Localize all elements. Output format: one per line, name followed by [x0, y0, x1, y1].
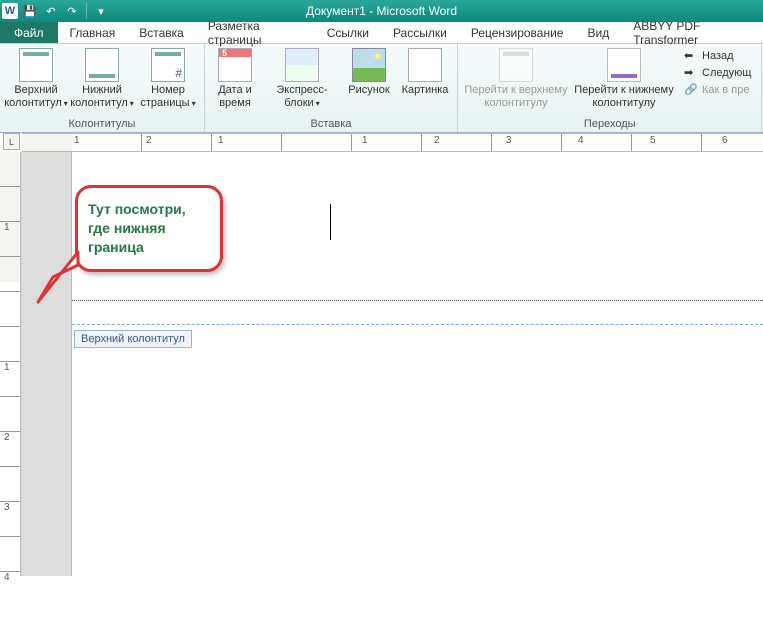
header-area-line — [72, 324, 763, 325]
ruler-corner[interactable]: L — [3, 133, 20, 150]
arrow-left-icon: ⬅ — [684, 49, 698, 63]
tab-layout[interactable]: Разметка страницы — [196, 22, 315, 43]
undo-button[interactable]: ↶ — [42, 2, 60, 20]
link-previous-button[interactable]: 🔗Как в пре — [682, 82, 753, 98]
qat-customize-icon[interactable]: ▾ — [92, 2, 110, 20]
header-button[interactable]: Верхний колонтитул — [4, 46, 68, 112]
header-boundary-line — [72, 300, 763, 301]
clipart-icon — [408, 48, 442, 82]
title-bar: W 💾 ↶ ↷ ▾ Документ1 - Microsoft Word — [0, 0, 763, 22]
group-insert: Дата и время Экспресс-блоки Рисунок Карт… — [205, 44, 458, 132]
arrow-right-icon: ➡ — [684, 66, 698, 80]
tab-home[interactable]: Главная — [58, 22, 128, 43]
tab-file[interactable]: Файл — [0, 22, 58, 43]
save-button[interactable]: 💾 — [21, 2, 39, 20]
window-title: Документ1 - Microsoft Word — [0, 4, 763, 18]
callout-text: Тут посмотри, где нижняя граница — [75, 185, 223, 272]
goto-header-button: Перейти к верхнему колонтитулу — [462, 46, 570, 112]
header-label: Верхний колонтитул — [4, 84, 68, 110]
calendar-icon — [218, 48, 252, 82]
group-label-nav: Переходы — [462, 117, 757, 132]
group-label-insert: Вставка — [209, 117, 453, 132]
tab-insert[interactable]: Вставка — [127, 22, 196, 43]
footer-button[interactable]: Нижний колонтитул — [70, 46, 134, 112]
picture-button[interactable]: Рисунок — [343, 46, 395, 99]
quick-parts-label: Экспресс-блоки — [265, 84, 339, 110]
quick-parts-icon — [285, 48, 319, 82]
word-icon: W — [2, 3, 18, 19]
ruler-v-numbers: 11234 — [4, 152, 10, 642]
date-time-label: Дата и время — [211, 84, 259, 110]
page-number-icon — [151, 48, 185, 82]
goto-header-label: Перейти к верхнему колонтитулу — [464, 84, 568, 110]
clipart-label: Картинка — [402, 84, 449, 97]
previous-button[interactable]: ⬅Назад — [682, 48, 753, 64]
qat-separator — [86, 3, 87, 19]
redo-button[interactable]: ↷ — [63, 2, 81, 20]
header-icon — [19, 48, 53, 82]
text-cursor — [330, 204, 331, 240]
ruler-h-numbers: 1211234567 — [72, 135, 763, 146]
group-header-footer: Верхний колонтитул Нижний колонтитул Ном… — [0, 44, 205, 132]
footer-icon — [85, 48, 119, 82]
ribbon-tabs: Файл Главная Вставка Разметка страницы С… — [0, 22, 763, 44]
page-number-label: Номер страницы — [138, 84, 198, 110]
goto-footer-icon — [607, 48, 641, 82]
tab-references[interactable]: Ссылки — [315, 22, 381, 43]
horizontal-ruler[interactable]: 1211234567 — [22, 133, 763, 152]
group-label-hf: Колонтитулы — [4, 117, 200, 132]
vertical-ruler[interactable]: 11234 — [0, 152, 21, 576]
date-time-button[interactable]: Дата и время — [209, 46, 261, 112]
clipart-button[interactable]: Картинка — [397, 46, 453, 99]
goto-header-icon — [499, 48, 533, 82]
tab-abbyy[interactable]: ABBYY PDF Transformer — [621, 22, 763, 43]
picture-icon — [352, 48, 386, 82]
group-navigation: Перейти к верхнему колонтитулу Перейти к… — [458, 44, 762, 132]
goto-footer-label: Перейти к нижнему колонтитулу — [574, 84, 674, 110]
tab-review[interactable]: Рецензирование — [459, 22, 576, 43]
tab-mailings[interactable]: Рассылки — [381, 22, 459, 43]
next-button[interactable]: ➡Следующ — [682, 65, 753, 81]
goto-footer-button[interactable]: Перейти к нижнему колонтитулу — [572, 46, 676, 112]
callout-tail-icon — [33, 247, 83, 307]
page-number-button[interactable]: Номер страницы — [136, 46, 200, 112]
tab-view[interactable]: Вид — [575, 22, 621, 43]
nav-small-buttons: ⬅Назад ➡Следующ 🔗Как в пре — [678, 46, 757, 100]
footer-label: Нижний колонтитул — [70, 84, 134, 110]
ribbon: Верхний колонтитул Нижний колонтитул Ном… — [0, 44, 763, 133]
quick-parts-button[interactable]: Экспресс-блоки — [263, 46, 341, 112]
page-gutter — [21, 152, 71, 576]
picture-label: Рисунок — [348, 84, 390, 97]
link-icon: 🔗 — [684, 83, 698, 97]
header-tag[interactable]: Верхний колонтитул — [74, 330, 192, 348]
annotation-callout: Тут посмотри, где нижняя граница — [75, 185, 223, 272]
quick-access-toolbar: W 💾 ↶ ↷ ▾ — [0, 2, 110, 20]
